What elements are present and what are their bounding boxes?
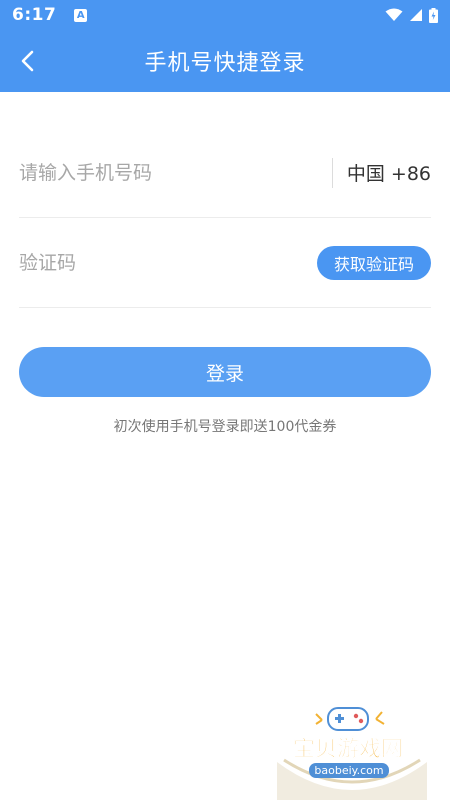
- battery-charging-icon: [429, 7, 438, 23]
- title-bar: 手机号快捷登录: [0, 30, 450, 92]
- verification-code-input[interactable]: [19, 242, 317, 283]
- login-form: 中国 +86 获取验证码: [19, 128, 431, 308]
- status-time: 6:17: [12, 5, 57, 25]
- notification-icon: A: [74, 8, 88, 22]
- phone-row: 中国 +86: [19, 128, 431, 218]
- wifi-icon: [385, 8, 403, 21]
- country-code-selector[interactable]: 中国 +86: [347, 159, 431, 186]
- chevron-left-icon: [21, 50, 34, 72]
- watermark-name: 宝贝游戏网: [293, 736, 403, 762]
- promo-text: 初次使用手机号登录即送100代金券: [113, 419, 337, 435]
- status-bar: 6:17 A: [0, 0, 450, 30]
- get-code-button[interactable]: 获取验证码: [316, 245, 431, 280]
- login-button[interactable]: 登录: [19, 347, 431, 397]
- status-icons: [385, 7, 438, 23]
- page-title: 手机号快捷登录: [144, 51, 306, 76]
- code-row: 获取验证码: [19, 218, 431, 308]
- signal-icon: [410, 9, 422, 21]
- divider: [331, 157, 333, 188]
- watermark-url: baobeiy.com: [314, 764, 383, 777]
- watermark-logo: 宝贝游戏网 baobeiy.com: [277, 707, 427, 800]
- gamepad-icon: [327, 707, 369, 731]
- phone-input[interactable]: [19, 152, 332, 193]
- back-button[interactable]: [10, 43, 46, 79]
